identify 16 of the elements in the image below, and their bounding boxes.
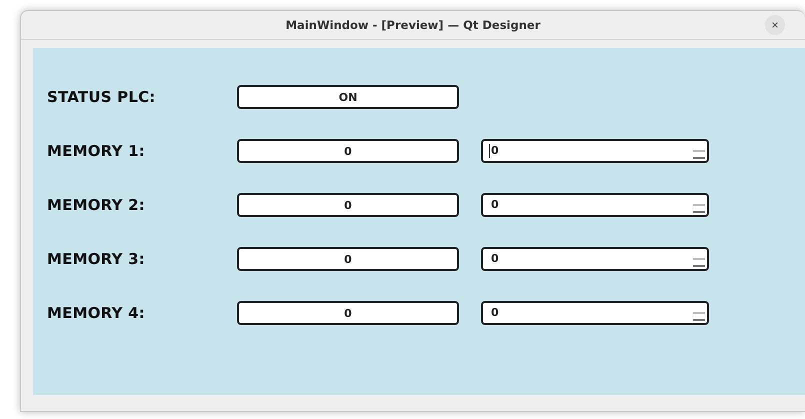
value-field[interactable]: 0 (237, 247, 459, 271)
close-button[interactable]: × (765, 15, 785, 35)
value-field[interactable]: 0 (237, 193, 459, 217)
window-title: MainWindow - [Preview] — Qt Designer (286, 18, 540, 32)
spin-box[interactable]: 0 (481, 139, 709, 163)
spin-box[interactable]: 0 (481, 301, 709, 325)
spin-box[interactable]: 0 (481, 247, 709, 271)
field-label: MEMORY 2: (47, 196, 146, 214)
status-field[interactable]: ON (237, 85, 459, 109)
field-label: MEMORY 4: (47, 304, 146, 322)
field-label: STATUS PLC: (47, 88, 157, 106)
field-label: MEMORY 1: (47, 142, 146, 160)
value-field[interactable]: 0 (237, 301, 459, 325)
field-label: MEMORY 3: (47, 250, 146, 268)
value-field[interactable]: 0 (237, 139, 459, 163)
spin-box[interactable]: 0 (481, 193, 709, 217)
